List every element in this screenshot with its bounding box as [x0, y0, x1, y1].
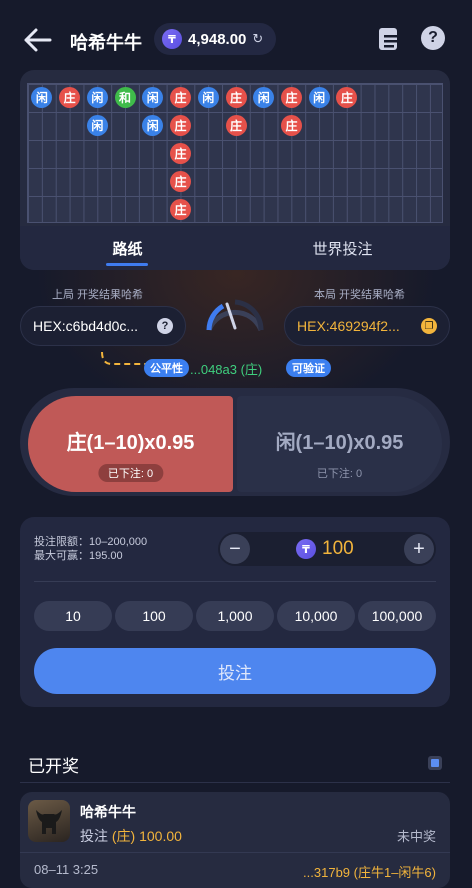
- help-icon[interactable]: ?: [421, 26, 445, 50]
- bead-banker: 庄: [59, 87, 81, 108]
- page-title: 哈希牛牛: [70, 33, 142, 53]
- bead-player: 闲: [308, 87, 330, 108]
- bead-player: 闲: [253, 87, 275, 108]
- chip-10[interactable]: 10: [34, 601, 112, 631]
- bet-side: (庄): [111, 828, 136, 844]
- timer-gauge-icon: [199, 282, 271, 338]
- top-bar: 哈希牛牛 ₸ 4,948.00 ↻ ?: [0, 0, 472, 78]
- bead-banker: 庄: [225, 87, 247, 108]
- player-placed-badge: 已下注: 0: [316, 468, 363, 480]
- tab-road-paper[interactable]: 路纸: [20, 226, 235, 270]
- decrease-button[interactable]: −: [220, 534, 250, 564]
- result-bet-info: 投注 (庄) 100.00: [80, 826, 182, 846]
- prev-hash-value: HEX:c6bd4d0c...: [33, 318, 139, 334]
- bead-banker: 庄: [170, 199, 192, 220]
- fair-hash-value: ...048a3 (庄): [190, 362, 263, 377]
- bet-side-selector: 庄(1–10)x0.95 已下注: 0 闲(1–10)x0.95 已下注: 0: [20, 388, 450, 496]
- stake-panel: 投注限额：10–200,000 最大可赢：195.00 − ₸ 100 + 10…: [20, 517, 450, 707]
- player-bet-button[interactable]: 闲(1–10)x0.95 已下注: 0: [237, 396, 442, 492]
- divider: [34, 581, 436, 582]
- results-toggle-checkbox[interactable]: [428, 756, 442, 770]
- result-card[interactable]: 哈希牛牛 投注 (庄) 100.00 未中奖 08–11 3:25 ...317…: [20, 792, 450, 888]
- bead-player: 闲: [197, 87, 219, 108]
- banker-placed-badge: 已下注: 0: [97, 464, 164, 482]
- bead-banker: 庄: [170, 143, 192, 164]
- result-time: 08–11 3:25: [34, 862, 99, 877]
- max-win-line: 最大可赢：195.00: [34, 550, 123, 562]
- bead-banker: 庄: [170, 115, 192, 136]
- result-status: 未中奖: [396, 829, 436, 844]
- bead-player: 闲: [142, 87, 164, 108]
- bet-limits: 投注限额：10–200,000 最大可赢：195.00: [34, 535, 147, 563]
- copy-icon[interactable]: ❐: [421, 318, 437, 334]
- limit-line: 投注限额：10–200,000: [34, 536, 148, 548]
- curr-hash-value: HEX:469294f2...: [297, 318, 400, 334]
- bead-player: 闲: [86, 115, 108, 136]
- curr-hash-label: 本局 开奖结果哈希: [314, 289, 406, 301]
- refresh-icon[interactable]: ↻: [252, 31, 263, 47]
- result-game-name: 哈希牛牛: [80, 804, 136, 820]
- player-odds-label: 闲(1–10)x0.95: [275, 432, 404, 454]
- document-icon[interactable]: [376, 26, 402, 52]
- question-icon[interactable]: ?: [157, 318, 173, 334]
- coin-icon: ₸: [296, 539, 316, 559]
- bead-player: 闲: [86, 87, 108, 108]
- stake-value: 100: [322, 538, 354, 559]
- roadmap-panel: 闲庄闲和闲庄闲庄闲庄闲庄闲闲庄庄庄庄庄庄 路纸 世界投注: [20, 70, 450, 270]
- increase-button[interactable]: +: [404, 534, 434, 564]
- bead-player: 闲: [142, 115, 164, 136]
- results-title: 已开奖: [28, 757, 79, 776]
- chip-1000[interactable]: 1,000: [196, 601, 274, 631]
- tab-world-bets[interactable]: 世界投注: [235, 226, 450, 270]
- coin-icon: ₸: [162, 29, 182, 49]
- bead-banker: 庄: [170, 87, 192, 108]
- stake-input[interactable]: ₸ 100: [296, 537, 376, 561]
- result-hash: ...317b9 (庄牛1–闲牛6): [303, 865, 436, 880]
- chip-100000[interactable]: 100,000: [358, 601, 436, 631]
- divider: [20, 782, 450, 783]
- chip-100[interactable]: 100: [115, 601, 193, 631]
- quick-chips: 10 100 1,000 10,000 100,000: [34, 601, 436, 633]
- fairness-badge[interactable]: 公平性: [144, 359, 189, 377]
- divider: [20, 852, 450, 853]
- bead-banker: 庄: [336, 87, 358, 108]
- bet-amount: 100.00: [139, 828, 182, 844]
- bead-banker: 庄: [225, 115, 247, 136]
- bull-game-icon: [28, 800, 70, 842]
- bead-banker: 庄: [280, 115, 302, 136]
- banker-odds-label: 庄(1–10)x0.95: [66, 432, 195, 454]
- fairness-row: 公平性 ...048a3 (庄) 可验证: [96, 352, 356, 380]
- bead-banker: 庄: [170, 171, 192, 192]
- roadmap-tabs: 路纸 世界投注: [20, 226, 450, 270]
- bet-prefix: 投注: [80, 828, 108, 844]
- prev-hash-field[interactable]: HEX:c6bd4d0c... ?: [20, 306, 186, 346]
- back-arrow-icon[interactable]: [22, 26, 52, 54]
- bead-road-grid: 闲庄闲和闲庄闲庄闲庄闲庄闲闲庄庄庄庄庄庄: [27, 83, 443, 223]
- bead-banker: 庄: [280, 87, 302, 108]
- prev-hash-label: 上局 开奖结果哈希: [52, 289, 144, 301]
- curr-hash-field[interactable]: HEX:469294f2... ❐: [284, 306, 450, 346]
- bead-player: 闲: [31, 87, 53, 108]
- stake-stepper: − ₸ 100 +: [218, 532, 436, 566]
- balance-pill[interactable]: ₸ 4,948.00 ↻: [154, 23, 276, 55]
- place-bet-button[interactable]: 投注: [34, 648, 436, 694]
- verify-badge[interactable]: 可验证: [286, 359, 331, 377]
- bead-tie: 和: [114, 87, 136, 108]
- balance-value: 4,948.00: [188, 30, 247, 48]
- banker-bet-button[interactable]: 庄(1–10)x0.95 已下注: 0: [28, 396, 233, 492]
- chip-10000[interactable]: 10,000: [277, 601, 355, 631]
